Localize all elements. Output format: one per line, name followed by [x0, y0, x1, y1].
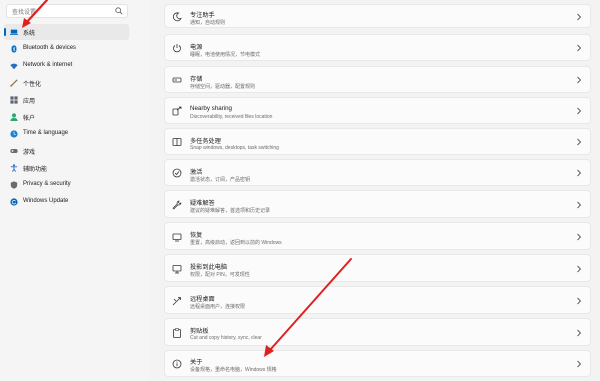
chevron-right-icon [577, 76, 582, 84]
card-power[interactable]: 电源 睡眠，电池使用情况，节电模式 [164, 34, 591, 61]
sidebar-item-time-language[interactable]: Time & language [4, 126, 129, 142]
card-project-to-pc[interactable]: 投影到此电脑 权限，配对 PIN，可发现性 [164, 254, 591, 282]
card-title: 关于 [190, 359, 203, 366]
sidebar-item-windows-update[interactable]: Windows Update [4, 194, 129, 210]
card-about[interactable]: 关于 设备规格，重命名电脑，Windows 规格 [164, 350, 591, 377]
selection-indicator [4, 28, 6, 36]
card-subtitle: 通知，自动规则 [190, 20, 226, 26]
projector-icon [172, 265, 182, 274]
sidebar-item-network[interactable]: Network & internet [4, 58, 129, 74]
sidebar-item-accounts[interactable]: 帐户 [4, 109, 129, 125]
wrench-icon [172, 200, 182, 210]
search-icon [115, 7, 123, 15]
info-icon [172, 359, 182, 369]
gamepad-icon [10, 149, 18, 153]
accessibility-icon [10, 164, 18, 172]
card-subtitle: 激活状态，订阅，产品密钥 [190, 177, 251, 183]
card-title: 远程桌面 [190, 296, 215, 303]
chevron-right-icon [577, 297, 582, 305]
multitask-icon [172, 138, 182, 146]
chevron-right-icon [577, 44, 582, 52]
card-title: Nearby sharing [190, 105, 232, 112]
card-recovery[interactable]: 恢复 重置，高级启动，返回到以前的 Windows [164, 222, 591, 250]
sidebar-item-label: 个性化 [23, 82, 42, 88]
card-subtitle: 远程桌面用户，连接权限 [190, 304, 246, 310]
card-subtitle: 设备规格，重命名电脑，Windows 规格 [190, 367, 277, 373]
wifi-icon [10, 63, 18, 70]
account-icon [10, 113, 18, 121]
card-troubleshoot[interactable]: 疑难解答 建议的疑难解答，首选项和历史记录 [164, 190, 591, 218]
chevron-right-icon [577, 107, 582, 115]
moon-icon [173, 12, 182, 22]
card-clipboard[interactable]: 剪贴板 Cut and copy history, sync, clear [164, 318, 591, 346]
sidebar-item-system[interactable]: 系统 [4, 24, 129, 40]
card-focus-assist[interactable]: 专注助手 通知，自动规则 [164, 4, 591, 28]
card-title: 疑难解答 [190, 200, 215, 207]
check-circle-icon [172, 168, 182, 178]
sidebar-item-personalization[interactable]: 个性化 [4, 75, 129, 91]
card-subtitle: Cut and copy history, sync, clear [190, 335, 262, 341]
sidebar-item-apps[interactable]: 应用 [4, 92, 129, 108]
chevron-right-icon [577, 329, 582, 337]
sidebar-item-privacy[interactable]: Privacy & security [4, 177, 129, 193]
card-title: 激活 [190, 169, 203, 176]
card-title: 电源 [190, 44, 203, 51]
apps-icon [10, 96, 18, 104]
sidebar-item-label: 游戏 [23, 150, 36, 156]
card-title: 剪贴板 [190, 328, 209, 335]
sidebar-item-label: 辅助功能 [23, 167, 48, 173]
shield-icon [10, 181, 18, 189]
card-subtitle: 重置，高级启动，返回到以前的 Windows [190, 240, 282, 246]
card-subtitle: 睡眠，电池使用情况，节电模式 [190, 52, 261, 58]
search-placeholder: 查找设置 [12, 10, 37, 16]
update-icon [10, 198, 18, 206]
remote-icon [172, 297, 181, 306]
storage-icon [172, 77, 182, 83]
chevron-right-icon [577, 201, 582, 209]
sidebar: 查找设置 系统 Bluetooth & devices Network & in… [0, 0, 150, 381]
sidebar-item-label: 帐户 [23, 116, 36, 122]
sidebar-item-label: Bluetooth & devices [23, 45, 77, 51]
card-nearby-sharing[interactable]: Nearby sharing Discoverability, received… [164, 97, 591, 124]
card-remote-desktop[interactable]: 远程桌面 远程桌面用户，连接权限 [164, 286, 591, 314]
share-icon [172, 106, 182, 116]
main-content: 专注助手 通知，自动规则 电源 睡眠，电池使用情况，节电模式 存储 存储空间，驱… [150, 0, 600, 381]
brush-icon [10, 79, 18, 87]
bluetooth-icon [11, 45, 17, 53]
card-multitasking[interactable]: 多任务处理 Snap windows, desktops, task switc… [164, 128, 591, 155]
globe-clock-icon [10, 130, 18, 138]
chevron-right-icon [577, 169, 582, 177]
sidebar-item-label: 系统 [23, 31, 36, 37]
sidebar-item-label: 应用 [23, 99, 36, 105]
chevron-right-icon [577, 233, 582, 241]
sidebar-item-label: Network & internet [23, 62, 73, 68]
sidebar-item-label: Time & language [23, 130, 69, 136]
card-title: 专注助手 [190, 12, 215, 19]
sidebar-item-label: Privacy & security [23, 181, 71, 187]
chevron-right-icon [577, 138, 582, 146]
card-subtitle: 存储空间，驱动器，配置规则 [190, 84, 256, 90]
laptop-icon [10, 29, 18, 35]
card-storage[interactable]: 存储 存储空间，驱动器，配置规则 [164, 66, 591, 93]
card-subtitle: 建议的疑难解答，首选项和历史记录 [190, 208, 271, 214]
sidebar-item-bluetooth[interactable]: Bluetooth & devices [4, 41, 129, 57]
card-title: 存储 [190, 76, 203, 83]
sidebar-item-gaming[interactable]: 游戏 [4, 143, 129, 159]
sidebar-item-label: Windows Update [23, 198, 69, 204]
card-subtitle: Snap windows, desktops, task switching [190, 145, 279, 151]
card-subtitle: Discoverability, received files location [190, 114, 273, 120]
chevron-right-icon [577, 265, 582, 273]
sidebar-item-accessibility[interactable]: 辅助功能 [4, 160, 129, 176]
card-title: 恢复 [190, 232, 203, 239]
card-title: 多任务处理 [190, 138, 221, 145]
recovery-icon [172, 233, 182, 242]
search-input[interactable]: 查找设置 [6, 4, 128, 18]
card-activation[interactable]: 激活 激活状态，订阅，产品密钥 [164, 159, 591, 186]
card-title: 投影到此电脑 [190, 264, 228, 271]
chevron-right-icon [577, 13, 582, 21]
clipboard-icon [173, 328, 181, 338]
power-icon [173, 44, 181, 53]
chevron-right-icon [577, 360, 582, 368]
card-subtitle: 权限，配对 PIN，可发现性 [190, 272, 250, 278]
